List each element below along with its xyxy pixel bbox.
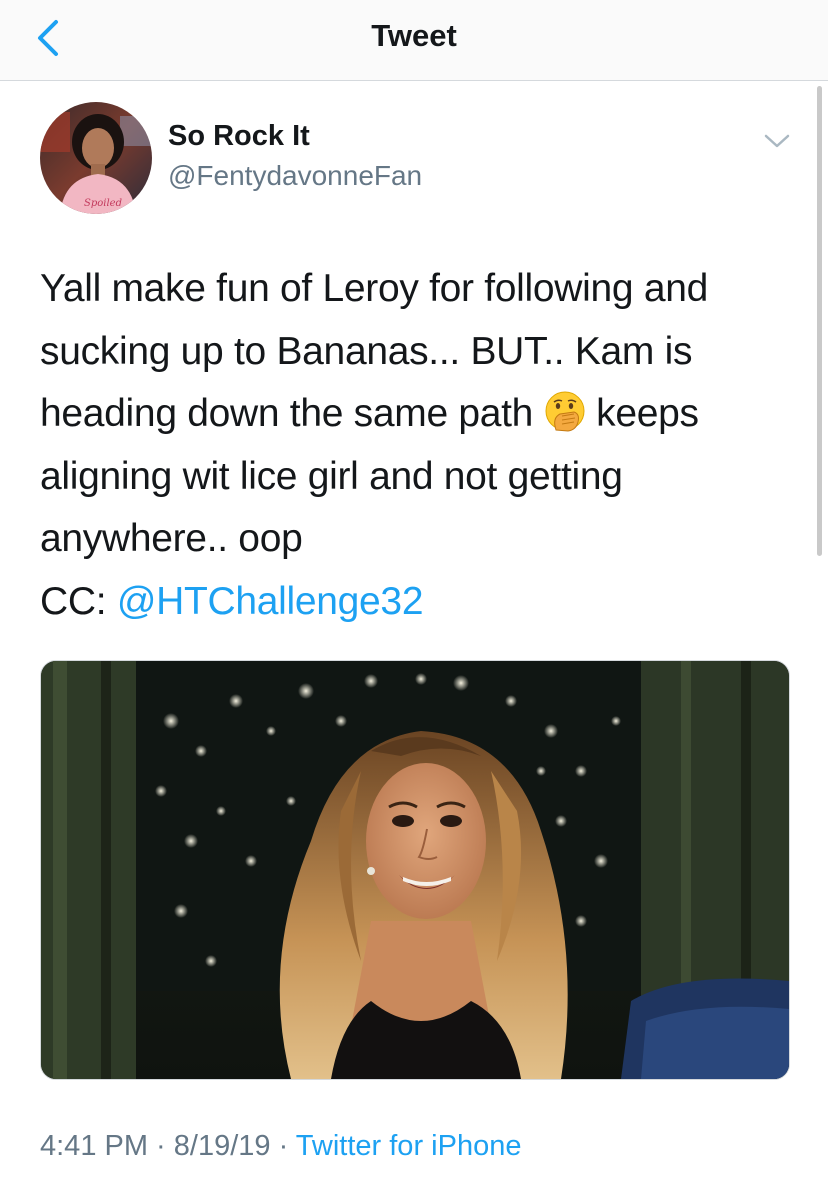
chevron-down-icon bbox=[764, 134, 790, 148]
meta-separator: · bbox=[270, 1130, 296, 1162]
scroll-indicator[interactable] bbox=[817, 86, 822, 556]
tweet-line: aligning wit lice girl and not getting bbox=[40, 454, 623, 498]
tweet-detail-screen: Tweet Spoiled So Rock It @FentydavonneFa… bbox=[0, 0, 828, 1186]
tweet-line-part: heading down the same path bbox=[40, 392, 534, 435]
media-image bbox=[41, 661, 789, 1079]
more-options-button[interactable] bbox=[762, 128, 792, 152]
avatar-caption: Spoiled bbox=[84, 198, 122, 209]
tweet-line: sucking up to Bananas... BUT.. Kam is bbox=[40, 329, 693, 373]
hand-over-mouth-emoji-icon bbox=[545, 391, 585, 432]
mention-link[interactable]: @HTChallenge32 bbox=[117, 580, 424, 623]
tweet-media[interactable] bbox=[40, 660, 790, 1080]
tweet-line-part: CC: bbox=[40, 579, 117, 623]
avatar[interactable]: Spoiled bbox=[40, 102, 152, 214]
navigation-bar: Tweet bbox=[0, 0, 828, 81]
tweet-date: 8/19/19 bbox=[173, 1130, 271, 1162]
author-name[interactable]: So Rock It bbox=[168, 120, 310, 153]
tweet-line: heading down the same path keeps bbox=[40, 383, 800, 446]
tweet-line: Yall make fun of Leroy for following and bbox=[40, 267, 708, 310]
tweet-line: CC: @HTChallenge32 bbox=[40, 571, 800, 634]
tweet-text: Yall make fun of Leroy for following and… bbox=[40, 258, 800, 633]
tweet-line: anywhere.. oop bbox=[40, 517, 303, 560]
avatar-image: Spoiled bbox=[40, 102, 152, 214]
author-handle[interactable]: @FentydavonneFan bbox=[168, 160, 422, 192]
page-title: Tweet bbox=[371, 18, 457, 53]
tweet-time: 4:41 PM bbox=[40, 1130, 148, 1162]
tweet-line-part: keeps bbox=[585, 392, 699, 435]
meta-separator: · bbox=[148, 1130, 174, 1162]
tweet-meta: 4:41 PM · 8/19/19 · Twitter for iPhone bbox=[40, 1130, 521, 1163]
tweet-source-link[interactable]: Twitter for iPhone bbox=[296, 1130, 522, 1162]
